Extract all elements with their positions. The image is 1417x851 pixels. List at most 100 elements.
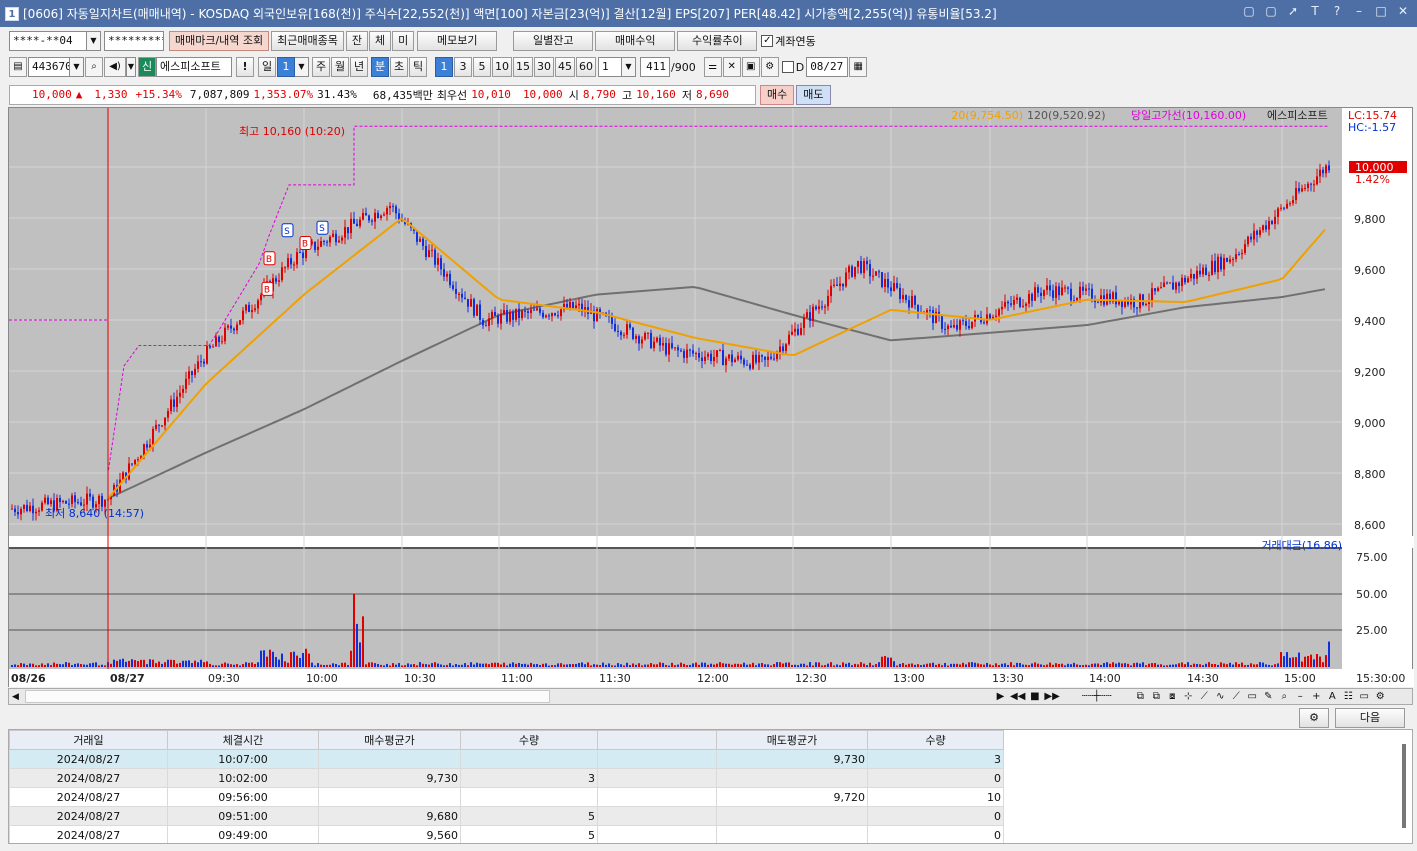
copy-icon[interactable]: ⧉ [1134,691,1147,702]
zoom-icon[interactable]: ⌕ [1278,691,1291,702]
date-field[interactable]: 08/27 [806,57,849,77]
settings-icon[interactable]: ⚙ [1374,691,1387,702]
period-month-button[interactable]: 월 [331,57,349,77]
password-field[interactable]: ********* [104,31,164,51]
maximize-icon[interactable]: □ [1373,4,1389,18]
candle-body [14,508,16,513]
volume-bar [722,663,724,667]
candle-body [68,503,70,505]
grid-scrollbar[interactable] [1402,744,1406,828]
stop-icon[interactable]: ■ [1028,691,1041,702]
fibo-icon[interactable]: ⟋ [1230,691,1243,702]
zoom-in-icon[interactable]: + [1310,691,1323,702]
calendar-icon[interactable]: ▦ [849,57,868,77]
minute-1-button[interactable]: 1 [435,57,453,77]
save-icon[interactable]: ▣ [741,57,760,77]
zoom-out-icon[interactable]: – [1294,691,1307,702]
zoom-slider[interactable]: ┄┄┼┄┄ [1063,691,1131,702]
candle-body [104,499,106,507]
minute-15-button[interactable]: 15 [513,57,533,77]
font-icon[interactable]: T [1307,4,1323,18]
draw-icon[interactable]: ✎ [1262,691,1275,702]
minute-3-button[interactable]: 3 [454,57,472,77]
close-icon[interactable]: ✕ [1395,4,1411,18]
return-trend-button[interactable]: 수익률추이 [677,31,758,51]
drawing-icon[interactable]: ✕ [722,57,741,77]
text-icon[interactable]: A [1326,691,1339,702]
warning-button[interactable]: ! [236,57,254,77]
price-chart[interactable]: S S B B B 20(9,754.50) 120(9,520.92) 당일고가선(1… [8,107,1414,688]
next-button[interactable]: 다음 [1335,708,1405,728]
crosshair-icon[interactable]: ⊹ [1182,691,1195,702]
pin-icon[interactable]: ➚ [1285,4,1301,18]
layout-icon[interactable]: ▢ [1241,4,1257,18]
daily-balance-button[interactable]: 일별잔고 [513,31,594,51]
stock-code-field[interactable]: 443670 [28,57,70,77]
recent-stocks-button[interactable]: 최근매매종목 [271,31,344,51]
grid-icon[interactable]: ☷ [1342,691,1355,702]
interval-dropdown[interactable]: ▼ [622,57,636,77]
minute-45-button[interactable]: 45 [555,57,575,77]
scroll-right-arrow[interactable]: ▶ [994,691,1007,702]
stock-code-dropdown[interactable]: ▼ [70,57,84,77]
second-button[interactable]: 초 [390,57,408,77]
gear-icon[interactable]: ⚙ [760,57,779,77]
account-dropdown[interactable]: ▼ [87,31,101,51]
layout-icon[interactable]: ▤ [9,57,27,77]
period-dropdown[interactable]: ▼ [295,57,309,77]
table-row[interactable]: 2024/08/27 09:51:00 9,680 5 0 [9,806,1004,826]
chart-canvas[interactable]: S S B B B 20(9,754.50) 120(9,520.92) 당일고가선(1… [9,108,1414,688]
wave-icon[interactable]: ∿ [1214,691,1227,702]
speaker-dropdown[interactable]: ▼ [126,57,136,77]
chart-scroll-bar[interactable]: ◀ ▶ ◀◀ ■ ▶▶ ┄┄┼┄┄ ⧉ ⧉ ⧇ ⊹ ⟋ ∿ ⟋ ▭ ✎ ⌕ – … [8,688,1413,705]
account-number-field[interactable]: ****-**04 [9,31,87,51]
search-icon[interactable]: ⌕ [85,57,103,77]
trendline-icon[interactable]: ⟋ [1198,691,1211,702]
speaker-icon[interactable]: ◀) [104,57,126,77]
balance-button[interactable]: 잔 [345,31,369,51]
gear-icon[interactable]: ⚙ [1299,708,1329,728]
minute-10-button[interactable]: 10 [492,57,512,77]
table-row[interactable]: 2024/08/27 09:49:00 9,560 5 0 [9,825,1004,843]
table-row[interactable]: 2024/08/27 10:07:00 9,730 3 [9,749,1004,769]
fast-forward-icon[interactable]: ▶▶ [1044,691,1059,702]
minute-60-button[interactable]: 60 [576,57,596,77]
unexecuted-button[interactable]: 미 [392,31,415,51]
help-icon[interactable]: ? [1329,4,1345,18]
period-week-button[interactable]: 주 [312,57,330,77]
executed-button[interactable]: 체 [369,31,392,51]
minute-button[interactable]: 분 [371,57,389,77]
indicator-icon[interactable]: ⚌ [703,57,722,77]
date-checkbox[interactable] [781,61,794,73]
cell-time: 09:51:00 [167,806,319,826]
scroll-left-arrow[interactable]: ◀ [12,692,19,702]
minute-5-button[interactable]: 5 [473,57,491,77]
tile-icon[interactable]: ▢ [1263,4,1279,18]
period-year-button[interactable]: 년 [350,57,368,77]
account-link-checkbox[interactable]: ✓ [761,35,774,47]
table-row[interactable]: 2024/08/27 10:02:00 9,730 3 0 [9,768,1004,788]
period-value[interactable]: 1 [277,57,295,77]
sell-button[interactable]: 매도 [796,84,831,105]
minute-30-button[interactable]: 30 [534,57,554,77]
table-row[interactable]: 2024/08/27 09:56:00 9,720 10 [9,787,1004,807]
trade-mark-query-button[interactable]: 매매마크/내역 조회 [169,31,270,51]
volume-bar [734,663,736,667]
rewind-icon[interactable]: ◀◀ [1010,691,1025,702]
volume-bar [1052,664,1054,667]
trade-history-grid[interactable]: 거래일 체결시간 매수평균가 수량 매도평균가 수량 2024/08/27 10… [8,729,1413,844]
minimize-icon[interactable]: – [1351,4,1367,18]
box-icon[interactable]: ▭ [1246,691,1259,702]
bar-count-field[interactable]: 411 [640,57,670,77]
overlay-icon[interactable]: ⧇ [1166,691,1179,702]
memo-button[interactable]: 메모보기 [417,31,498,51]
window-icon[interactable]: ▭ [1358,691,1371,702]
interval-field[interactable]: 1 [598,57,622,77]
period-day-button[interactable]: 일 [258,57,276,77]
buy-button[interactable]: 매수 [760,84,795,105]
stock-name-field[interactable]: 에스피소프트 [156,57,232,77]
tick-button[interactable]: 틱 [409,57,427,77]
scroll-thumb[interactable] [25,690,550,703]
compare-icon[interactable]: ⧉ [1150,691,1163,702]
trade-profit-button[interactable]: 매매수익 [595,31,676,51]
